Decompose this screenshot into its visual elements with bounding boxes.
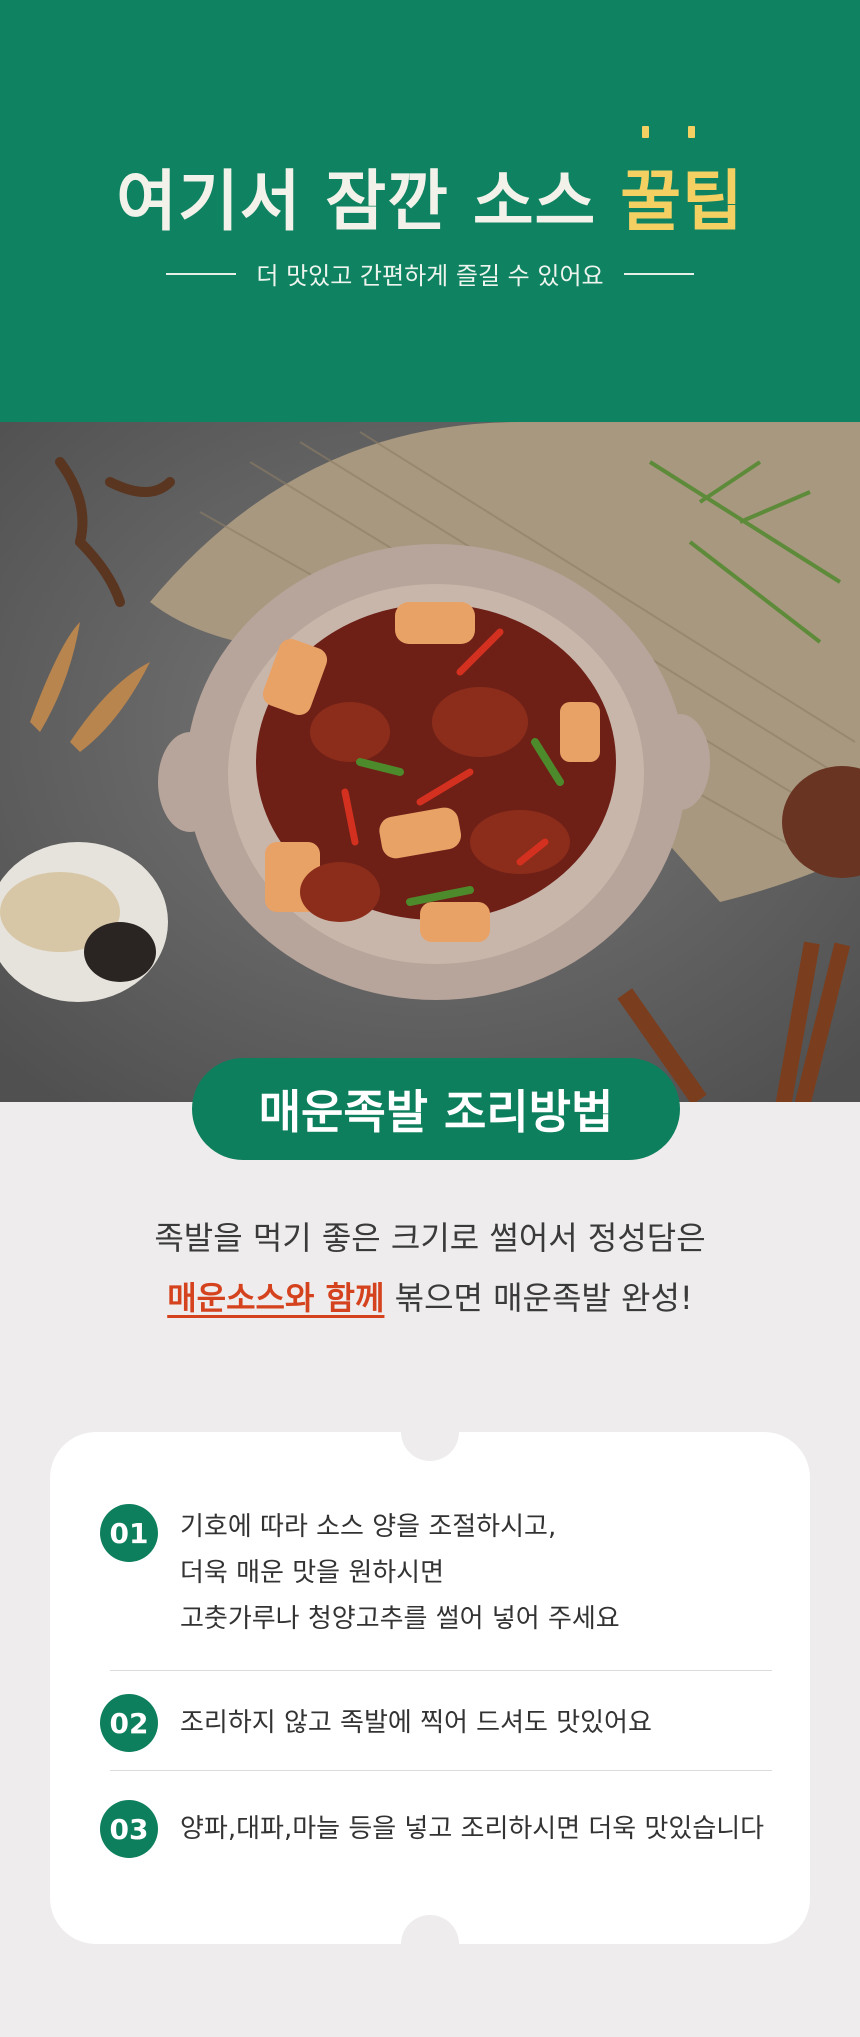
step-item: 02 조리하지 않고 족발에 찍어 드셔도 맛있어요 [100, 1694, 652, 1752]
step-text: 조리하지 않고 족발에 찍어 드셔도 맛있어요 [180, 1700, 652, 1746]
card-bottom-notch [401, 1915, 459, 1973]
subtitle-left-line [166, 272, 237, 275]
description-highlight: 매운소스와 함께 [167, 1279, 385, 1317]
step-text-line: 더욱 매운 맛을 원하시면 [180, 1558, 444, 1588]
step-item: 01 기호에 따라 소스 양을 조절하시고, 더욱 매운 맛을 원하시면 고춧가… [100, 1504, 620, 1642]
title-main: 여기서 잠깐 소스 [116, 163, 621, 240]
step-number-badge: 03 [100, 1800, 158, 1858]
step-text-line: 기호에 따라 소스 양을 조절하시고, [180, 1512, 557, 1542]
card-top-notch [401, 1403, 459, 1461]
step-number-badge: 02 [100, 1694, 158, 1752]
page-title: 여기서 잠깐 소스 꿀팁 [0, 126, 860, 244]
step-text: 양파,대파,마늘 등을 넣고 조리하시면 더욱 맛있습니다 [180, 1806, 764, 1852]
subtitle-right-line [623, 272, 694, 275]
step-item: 03 양파,대파,마늘 등을 넣고 조리하시면 더욱 맛있습니다 [100, 1800, 764, 1858]
description-line2-rest: 볶으면 매운족발 완성! [384, 1279, 693, 1317]
food-photo [0, 422, 860, 1102]
section-title-pill: 매운족발 조리방법 [192, 1058, 680, 1160]
step-text-line: 고춧가루나 청양고추를 썰어 넣어 주세요 [180, 1604, 620, 1634]
steps-card: 01 기호에 따라 소스 양을 조절하시고, 더욱 매운 맛을 원하시면 고춧가… [50, 1403, 810, 1973]
subtitle: 더 맛있고 간편하게 즐길 수 있어요 [256, 262, 604, 290]
step-text-line: 양파,대파,마늘 등을 넣고 조리하시면 더욱 맛있습니다 [180, 1814, 765, 1844]
header-banner: 여기서 잠깐 소스 꿀팁 더 맛있고 간편하게 즐길 수 있어요 [0, 0, 860, 422]
step-divider [110, 1670, 772, 1671]
step-number-badge: 01 [100, 1504, 158, 1562]
description: 족발을 먹기 좋은 크기로 썰어서 정성담은 매운소스와 함께 볶으면 매운족발… [0, 1208, 860, 1328]
description-line2: 매운소스와 함께 볶으면 매운족발 완성! [0, 1268, 860, 1328]
description-line1: 족발을 먹기 좋은 크기로 썰어서 정성담은 [154, 1219, 706, 1257]
step-text-line: 조리하지 않고 족발에 찍어 드셔도 맛있어요 [180, 1708, 652, 1738]
section-title: 매운족발 조리방법 [258, 1085, 614, 1139]
spicy-jokbal-dish-photo [0, 422, 860, 1102]
title-highlight: 꿀팁 [620, 126, 743, 244]
subtitle-row: 더 맛있고 간편하게 즐길 수 있어요 [0, 256, 860, 291]
step-text: 기호에 따라 소스 양을 조절하시고, 더욱 매운 맛을 원하시면 고춧가루나 … [180, 1504, 620, 1642]
step-divider [110, 1770, 772, 1771]
